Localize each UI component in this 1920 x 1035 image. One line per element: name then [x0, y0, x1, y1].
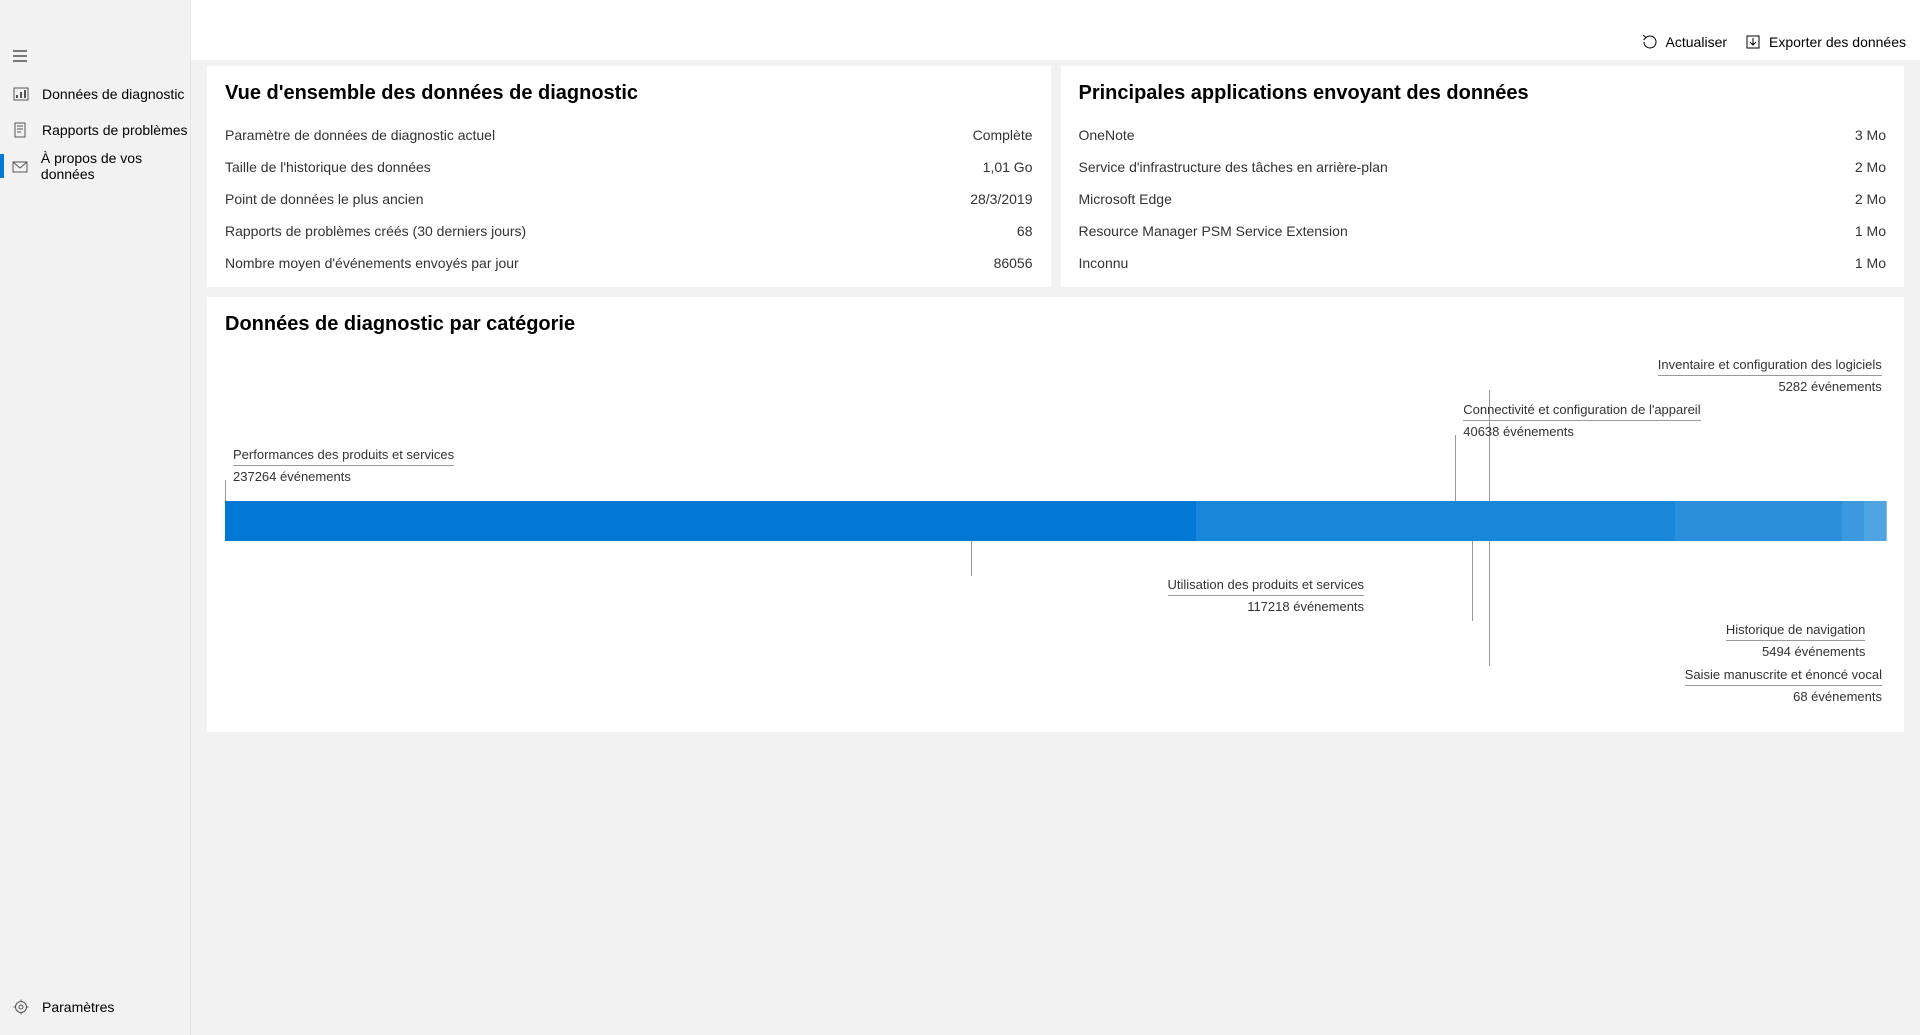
chart-label-category: Inventaire et configuration des logiciel…	[1658, 356, 1882, 376]
nav: Données de diagnostic Rapports de problè…	[0, 76, 190, 184]
app-row: OneNote 3 Mo	[1079, 119, 1887, 151]
bar-segment-4[interactable]	[1864, 501, 1886, 541]
nav-item-label: À propos de vos données	[41, 150, 190, 182]
nav-item-diagnostic-data[interactable]: Données de diagnostic	[0, 76, 190, 112]
top-apps-title: Principales applications envoyant des do…	[1079, 82, 1887, 105]
bar-segment-0[interactable]	[225, 501, 1196, 541]
row-label: Inconnu	[1079, 255, 1129, 271]
overview-row: Point de données le plus ancien 28/3/2019	[225, 183, 1033, 215]
row-value: 86056	[994, 255, 1033, 271]
export-icon	[1745, 34, 1761, 50]
overview-row: Taille de l'historique des données 1,01 G…	[225, 151, 1033, 183]
export-button[interactable]: Exporter des données	[1745, 34, 1906, 50]
row-value: 1 Mo	[1855, 223, 1886, 239]
overview-row: Rapports de problèmes créés (30 derniers…	[225, 215, 1033, 247]
row-label: Microsoft Edge	[1079, 191, 1172, 207]
chart-label-count: 117218 événements	[1168, 598, 1365, 616]
chart-leader-line	[225, 480, 226, 501]
sidebar: Données de diagnostic Rapports de problè…	[0, 0, 190, 1035]
chart-label-count: 237264 événements	[233, 468, 454, 486]
bar-segment-3[interactable]	[1842, 501, 1864, 541]
row-value: Complète	[973, 127, 1033, 143]
nav-item-settings[interactable]: Paramètres	[0, 989, 190, 1025]
chart-label: Connectivité et configuration de l'appar…	[1463, 401, 1700, 441]
chart-title: Données de diagnostic par catégorie	[225, 313, 1886, 336]
chart-label-category: Utilisation des produits et services	[1168, 576, 1365, 596]
chart-label-count: 5282 événements	[1658, 378, 1882, 396]
hamburger-button[interactable]	[12, 48, 32, 68]
app-row: Inconnu 1 Mo	[1079, 247, 1887, 279]
chart-label: Inventaire et configuration des logiciel…	[1658, 356, 1882, 396]
chart-label: Performances des produits et services 237…	[233, 446, 454, 486]
row-label: Resource Manager PSM Service Extension	[1079, 223, 1348, 239]
chart-label-count: 5494 événements	[1726, 643, 1865, 661]
refresh-icon	[1642, 34, 1658, 50]
top-apps-card: Principales applications envoyant des do…	[1061, 66, 1905, 287]
row-label: OneNote	[1079, 127, 1135, 143]
chart-label-category: Connectivité et configuration de l'appar…	[1463, 401, 1700, 421]
row-value: 68	[1017, 223, 1033, 239]
overview-row: Paramètre de données de diagnostic actue…	[225, 119, 1033, 151]
report-icon	[12, 121, 30, 139]
export-label: Exporter des données	[1769, 34, 1906, 50]
chart-label: Historique de navigation 5494 événements	[1726, 621, 1865, 661]
cards-row: Vue d'ensemble des données de diagnostic…	[207, 66, 1904, 287]
row-value: 28/3/2019	[970, 191, 1032, 207]
gear-icon	[12, 998, 30, 1016]
chart-area: Performances des produits et services 237…	[225, 346, 1886, 716]
content: Vue d'ensemble des données de diagnostic…	[191, 60, 1920, 1035]
chart-leader-line	[1472, 541, 1473, 621]
app-row: Service d'infrastructure des tâches en a…	[1079, 151, 1887, 183]
row-label: Rapports de problèmes créés (30 derniers…	[225, 223, 526, 239]
row-value: 2 Mo	[1855, 191, 1886, 207]
chart-label-count: 68 événements	[1685, 688, 1882, 706]
chart-label: Saisie manuscrite et énoncé vocal 68 évén…	[1685, 666, 1882, 706]
stacked-bar	[225, 501, 1886, 541]
nav-item-label: Rapports de problèmes	[42, 122, 188, 138]
main: Actualiser Exporter des données Vue d'en…	[190, 0, 1920, 1035]
nav-item-problem-reports[interactable]: Rapports de problèmes	[0, 112, 190, 148]
app-row: Resource Manager PSM Service Extension 1 …	[1079, 215, 1887, 247]
chart-label-category: Saisie manuscrite et énoncé vocal	[1685, 666, 1882, 686]
overview-card: Vue d'ensemble des données de diagnostic…	[207, 66, 1051, 287]
nav-item-label: Données de diagnostic	[42, 86, 184, 102]
hamburger-icon	[12, 48, 28, 64]
toolbar: Actualiser Exporter des données	[1642, 22, 1906, 62]
app-row: Microsoft Edge 2 Mo	[1079, 183, 1887, 215]
chart-label-count: 40638 événements	[1463, 423, 1700, 441]
data-icon	[12, 85, 30, 103]
bar-segment-1[interactable]	[1196, 501, 1676, 541]
about-icon	[12, 157, 29, 175]
refresh-button[interactable]: Actualiser	[1642, 34, 1727, 50]
nav-item-label: Paramètres	[42, 999, 114, 1015]
chart-label-category: Historique de navigation	[1726, 621, 1865, 641]
bar-segment-2[interactable]	[1675, 501, 1841, 541]
chart-leader-line	[1489, 541, 1490, 666]
row-value: 2 Mo	[1855, 159, 1886, 175]
overview-row: Nombre moyen d'événements envoyés par jo…	[225, 247, 1033, 279]
row-label: Nombre moyen d'événements envoyés par jo…	[225, 255, 519, 271]
row-label: Paramètre de données de diagnostic actue…	[225, 127, 495, 143]
row-label: Taille de l'historique des données	[225, 159, 431, 175]
overview-title: Vue d'ensemble des données de diagnostic	[225, 82, 1033, 105]
row-value: 3 Mo	[1855, 127, 1886, 143]
refresh-label: Actualiser	[1666, 34, 1727, 50]
chart-leader-line	[971, 541, 972, 576]
chart-label-category: Performances des produits et services	[233, 446, 454, 466]
row-label: Service d'infrastructure des tâches en a…	[1079, 159, 1388, 175]
chart-card: Données de diagnostic par catégorie Perf…	[207, 297, 1904, 732]
row-value: 1 Mo	[1855, 255, 1886, 271]
chart-leader-line	[1455, 435, 1456, 501]
chart-label: Utilisation des produits et services 1172…	[1168, 576, 1365, 616]
row-value: 1,01 Go	[983, 159, 1033, 175]
row-label: Point de données le plus ancien	[225, 191, 423, 207]
nav-item-about-data[interactable]: À propos de vos données	[0, 148, 190, 184]
